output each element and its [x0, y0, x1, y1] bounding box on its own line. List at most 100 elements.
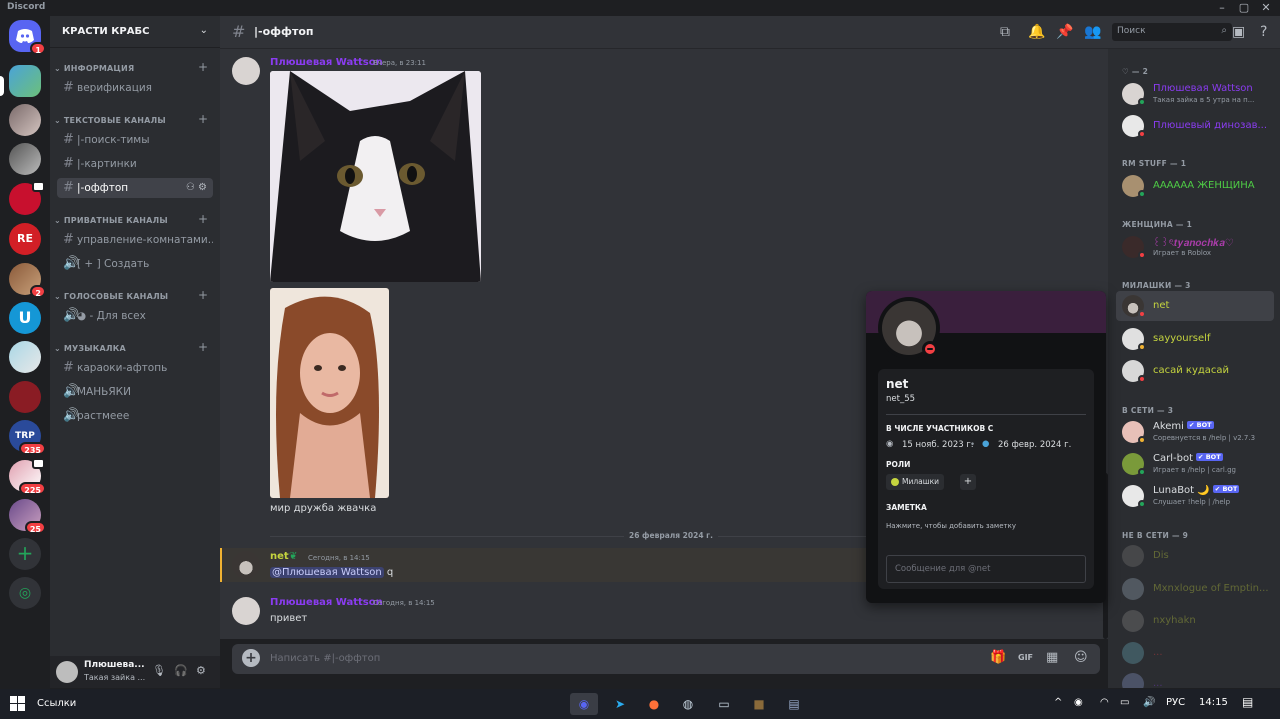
steam-taskbar-icon[interactable]: ◍ — [674, 693, 702, 715]
channel-team-search[interactable]: # |-поиск-тимы — [57, 130, 213, 150]
message-composer[interactable]: + Написать #|-оффтоп 🎁 GIF ▦ ☺ — [232, 644, 1100, 674]
help-icon[interactable]: ? — [1260, 24, 1267, 40]
server-icon[interactable] — [9, 341, 41, 373]
member-list-icon[interactable]: 👥 — [1084, 24, 1101, 40]
add-server-icon[interactable]: + — [9, 538, 41, 570]
add-channel-icon[interactable]: + — [198, 60, 208, 74]
search-input[interactable]: Поиск ⌕ — [1112, 23, 1232, 41]
channel-offtopic[interactable]: # |-оффтоп ⚇ ⚙ — [57, 178, 213, 198]
inbox-icon[interactable]: ▣ — [1232, 24, 1245, 40]
channel-room-control[interactable]: # управление-комнатами... — [57, 230, 213, 250]
emoji-icon[interactable]: ☺ — [1074, 650, 1088, 665]
wifi-icon[interactable]: ◠ — [1100, 697, 1109, 708]
category-private-channels[interactable]: ⌄ ПРИВАТНЫЕ КАНАЛЫ — [54, 216, 168, 225]
message-author[interactable]: Плюшевая Wattson — [270, 597, 383, 608]
category-information[interactable]: ⌄ ИНФОРМАЦИЯ — [54, 64, 134, 73]
minecraft-taskbar-icon[interactable]: ■ — [745, 693, 773, 715]
selfie-image[interactable] — [270, 288, 389, 498]
server-icon[interactable]: 2 — [9, 263, 46, 298]
member-item[interactable]: ... — [1116, 669, 1274, 688]
chevron-up-icon[interactable]: ^ — [1054, 697, 1062, 708]
member-item[interactable]: ꒰꒱ৎ𝒕𝒚𝒂𝒏𝒐𝒄𝒉𝒌𝒂♡ Играет в Roblox — [1116, 232, 1274, 262]
pin-icon[interactable]: 📌 — [1056, 24, 1073, 40]
gift-icon[interactable]: 🎁 — [990, 650, 1006, 665]
gif-icon[interactable]: GIF — [1018, 653, 1033, 662]
minimize-icon[interactable]: – — [1210, 0, 1234, 16]
server-icon[interactable]: U — [9, 302, 41, 334]
add-channel-icon[interactable]: + — [198, 212, 208, 226]
profile-avatar[interactable] — [878, 297, 940, 359]
taskbar-clock[interactable]: 14:15 — [1199, 697, 1228, 708]
category-music[interactable]: ⌄ МУЗЫКАЛКА — [54, 344, 126, 353]
member-item[interactable]: сасай кудасай — [1116, 356, 1274, 386]
server-icon[interactable]: TRP 235 — [9, 420, 46, 455]
cat-image[interactable] — [270, 71, 481, 282]
server-icon[interactable] — [9, 104, 41, 136]
channel-for-all[interactable]: 🔊◕ - Для всех — [57, 306, 213, 326]
bell-icon[interactable]: 🔔 — [1028, 24, 1045, 40]
server-icon[interactable]: 225 — [9, 458, 46, 495]
taskbar-links-label[interactable]: Ссылки — [37, 698, 76, 709]
close-icon[interactable]: ✕ — [1254, 0, 1278, 16]
member-item[interactable]: АААААА ЖЕНЩИНА — [1116, 171, 1274, 201]
channel-karaoke[interactable]: # караоки-афтопь — [57, 358, 213, 378]
server-icon[interactable]: RE — [9, 223, 41, 255]
member-item[interactable]: Carl-bot ✔ BOT Играет в /help | carl.gg — [1116, 449, 1274, 479]
server-icon[interactable]: 25 — [9, 499, 46, 534]
maximize-icon[interactable]: ▢ — [1232, 0, 1256, 16]
member-item[interactable]: Плюшевый динозав... — [1116, 111, 1274, 141]
firefox-taskbar-icon[interactable]: ● — [640, 693, 668, 715]
gear-icon[interactable]: ⚙ — [196, 664, 206, 677]
add-channel-icon[interactable]: + — [198, 112, 208, 126]
telegram-taskbar-icon[interactable]: ➤ — [606, 693, 634, 715]
upload-plus-icon[interactable]: + — [242, 649, 260, 667]
server-icon[interactable] — [9, 181, 45, 215]
channel-settings-icon[interactable]: ⚇ ⚙ — [186, 178, 207, 198]
member-item[interactable]: ... — [1116, 638, 1274, 668]
volume-icon[interactable]: 🔊 — [1143, 697, 1155, 708]
category-voice-channels[interactable]: ⌄ ГОЛОСОВЫЕ КАНАЛЫ — [54, 292, 168, 301]
discord-tray-icon[interactable]: ◉ — [1074, 697, 1083, 708]
guild-header[interactable]: КРАСТИ КРАБС ⌄ — [50, 16, 220, 48]
remote-desktop-taskbar-icon[interactable]: ▭ — [710, 693, 738, 715]
add-channel-icon[interactable]: + — [198, 340, 208, 354]
user-mention[interactable]: @Плюшевая Wattson — [270, 567, 384, 578]
member-item[interactable]: nxyhakn — [1116, 606, 1274, 636]
category-text-channels[interactable]: ⌄ ТЕКСТОВЫЕ КАНАЛЫ — [54, 116, 166, 125]
channel-verification[interactable]: # верификация — [57, 78, 213, 98]
channel-maniacs[interactable]: 🔊МАНЬЯКИ — [57, 382, 213, 402]
member-item[interactable]: LunaBot 🌙 ✔ BOT Слушает !help | /help — [1116, 481, 1274, 511]
notepad-taskbar-icon[interactable]: ▤ — [780, 693, 808, 715]
add-role-button[interactable]: + — [960, 474, 976, 490]
discord-taskbar-icon[interactable]: ◉ — [570, 693, 598, 715]
member-item[interactable]: Akemi ✔ BOT Соревнуется в /help | v2.7.3 — [1116, 417, 1274, 447]
language-indicator[interactable]: РУС — [1166, 697, 1185, 708]
server-icon[interactable] — [9, 143, 41, 175]
sticker-icon[interactable]: ▦ — [1046, 650, 1058, 665]
server-icon[interactable] — [9, 381, 41, 413]
member-item[interactable]: sayyourself — [1116, 324, 1274, 354]
avatar[interactable] — [232, 57, 260, 85]
note-input[interactable]: Нажмите, чтобы добавить заметку — [886, 522, 1016, 530]
message-author[interactable]: Плюшевая Wattson — [270, 57, 383, 68]
battery-icon[interactable]: ▭ — [1120, 697, 1129, 708]
headphones-icon[interactable]: 🎧 — [174, 664, 188, 677]
windows-start-icon[interactable] — [10, 696, 25, 711]
explore-servers-icon[interactable]: ◎ — [9, 577, 41, 609]
add-channel-icon[interactable]: + — [198, 288, 208, 302]
server-icon[interactable] — [9, 65, 41, 97]
role-chip[interactable]: Милашки — [886, 474, 945, 490]
channel-pictures[interactable]: # |-картинки — [57, 154, 213, 174]
member-item[interactable]: Плюшевая Wattson Такая зайка в 5 утра на … — [1116, 79, 1274, 109]
threads-icon[interactable]: ⧉ — [1000, 24, 1010, 40]
message-author[interactable]: net — [270, 551, 289, 562]
home-button[interactable]: 1 — [9, 20, 46, 55]
member-item[interactable]: Dis — [1116, 541, 1274, 571]
avatar[interactable] — [232, 551, 260, 579]
notifications-icon[interactable]: ▤ — [1242, 695, 1253, 709]
channel-create-voice[interactable]: 🔊[ + ] Создать — [57, 254, 213, 274]
avatar[interactable] — [232, 597, 260, 625]
microphone-icon[interactable]: 🎙 — [152, 664, 166, 677]
avatar[interactable] — [56, 661, 78, 683]
member-item[interactable]: net — [1116, 291, 1274, 321]
